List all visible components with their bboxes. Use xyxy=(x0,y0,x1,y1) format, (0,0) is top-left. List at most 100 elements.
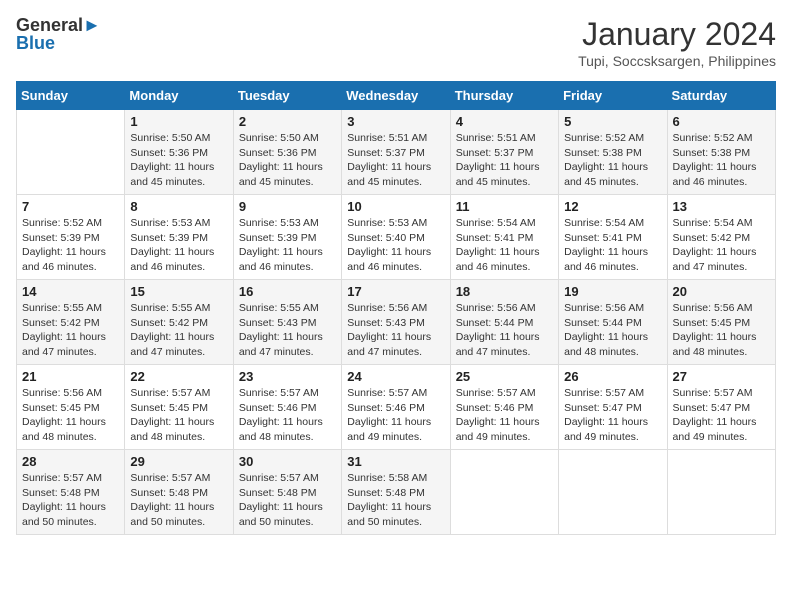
day-info: Sunrise: 5:53 AMSunset: 5:39 PMDaylight:… xyxy=(130,216,227,275)
day-info: Sunrise: 5:57 AMSunset: 5:48 PMDaylight:… xyxy=(22,471,119,530)
calendar-cell: 16 Sunrise: 5:55 AMSunset: 5:43 PMDayligh… xyxy=(233,280,341,365)
day-number: 30 xyxy=(239,454,336,469)
day-number: 14 xyxy=(22,284,119,299)
day-info: Sunrise: 5:57 AMSunset: 5:46 PMDaylight:… xyxy=(239,386,336,445)
day-number: 16 xyxy=(239,284,336,299)
day-number: 22 xyxy=(130,369,227,384)
day-info: Sunrise: 5:56 AMSunset: 5:45 PMDaylight:… xyxy=(673,301,770,360)
calendar-cell: 8 Sunrise: 5:53 AMSunset: 5:39 PMDaylight… xyxy=(125,195,233,280)
calendar-cell: 3Sunrise: 5:51 AMSunset: 5:37 PMDaylight… xyxy=(342,110,450,195)
day-info: Sunrise: 5:58 AMSunset: 5:48 PMDaylight:… xyxy=(347,471,444,530)
header-sunday: Sunday xyxy=(17,82,125,110)
calendar-cell: 4 Sunrise: 5:51 AMSunset: 5:37 PMDaylight… xyxy=(450,110,558,195)
calendar-cell: 31 Sunrise: 5:58 AMSunset: 5:48 PMDayligh… xyxy=(342,450,450,535)
day-info: Sunrise: 5:56 AMSunset: 5:44 PMDaylight:… xyxy=(456,301,553,360)
week-row-5: 28 Sunrise: 5:57 AMSunset: 5:48 PMDayligh… xyxy=(17,450,776,535)
day-info: Sunrise: 5:57 AMSunset: 5:46 PMDaylight:… xyxy=(347,386,444,445)
calendar-cell: 12Sunrise: 5:54 AMSunset: 5:41 PMDayligh… xyxy=(559,195,667,280)
day-number: 9 xyxy=(239,199,336,214)
day-info: Sunrise: 5:54 AMSunset: 5:41 PMDaylight:… xyxy=(456,216,553,275)
day-number: 24 xyxy=(347,369,444,384)
calendar-cell: 14 Sunrise: 5:55 AMSunset: 5:42 PMDayligh… xyxy=(17,280,125,365)
day-info: Sunrise: 5:52 AMSunset: 5:38 PMDaylight:… xyxy=(564,131,661,190)
calendar-cell xyxy=(559,450,667,535)
day-info: Sunrise: 5:53 AMSunset: 5:39 PMDaylight:… xyxy=(239,216,336,275)
month-title: January 2024 xyxy=(578,16,776,53)
day-number: 6 xyxy=(673,114,770,129)
day-info: Sunrise: 5:52 AMSunset: 5:38 PMDaylight:… xyxy=(673,131,770,190)
calendar-cell: 5 Sunrise: 5:52 AMSunset: 5:38 PMDaylight… xyxy=(559,110,667,195)
day-info: Sunrise: 5:56 AMSunset: 5:43 PMDaylight:… xyxy=(347,301,444,360)
day-info: Sunrise: 5:54 AMSunset: 5:41 PMDaylight:… xyxy=(564,216,661,275)
calendar-cell: 1 Sunrise: 5:50 AMSunset: 5:36 PMDaylight… xyxy=(125,110,233,195)
day-number: 7 xyxy=(22,199,119,214)
calendar-cell: 15Sunrise: 5:55 AMSunset: 5:42 PMDayligh… xyxy=(125,280,233,365)
day-info: Sunrise: 5:57 AMSunset: 5:45 PMDaylight:… xyxy=(130,386,227,445)
header-tuesday: Tuesday xyxy=(233,82,341,110)
day-number: 3 xyxy=(347,114,444,129)
day-info: Sunrise: 5:57 AMSunset: 5:48 PMDaylight:… xyxy=(239,471,336,530)
calendar-cell xyxy=(17,110,125,195)
calendar-cell xyxy=(667,450,775,535)
calendar-cell: 17 Sunrise: 5:56 AMSunset: 5:43 PMDayligh… xyxy=(342,280,450,365)
day-number: 31 xyxy=(347,454,444,469)
calendar-cell: 11 Sunrise: 5:54 AMSunset: 5:41 PMDayligh… xyxy=(450,195,558,280)
calendar-cell: 13 Sunrise: 5:54 AMSunset: 5:42 PMDayligh… xyxy=(667,195,775,280)
calendar-cell xyxy=(450,450,558,535)
day-number: 8 xyxy=(130,199,227,214)
day-number: 2 xyxy=(239,114,336,129)
calendar-cell: 6 Sunrise: 5:52 AMSunset: 5:38 PMDaylight… xyxy=(667,110,775,195)
calendar-cell: 21Sunrise: 5:56 AMSunset: 5:45 PMDayligh… xyxy=(17,365,125,450)
calendar-cell: 29Sunrise: 5:57 AMSunset: 5:48 PMDayligh… xyxy=(125,450,233,535)
day-info: Sunrise: 5:50 AMSunset: 5:36 PMDaylight:… xyxy=(130,131,227,190)
calendar-cell: 28 Sunrise: 5:57 AMSunset: 5:48 PMDayligh… xyxy=(17,450,125,535)
day-number: 23 xyxy=(239,369,336,384)
day-info: Sunrise: 5:57 AMSunset: 5:48 PMDaylight:… xyxy=(130,471,227,530)
location: Tupi, Soccsksargen, Philippines xyxy=(578,53,776,69)
header-saturday: Saturday xyxy=(667,82,775,110)
day-number: 17 xyxy=(347,284,444,299)
calendar-cell: 9 Sunrise: 5:53 AMSunset: 5:39 PMDaylight… xyxy=(233,195,341,280)
logo: General► Blue xyxy=(16,16,101,52)
day-number: 5 xyxy=(564,114,661,129)
calendar-table: Sunday Monday Tuesday Wednesday Thursday… xyxy=(16,81,776,535)
day-info: Sunrise: 5:54 AMSunset: 5:42 PMDaylight:… xyxy=(673,216,770,275)
day-number: 28 xyxy=(22,454,119,469)
day-info: Sunrise: 5:56 AMSunset: 5:44 PMDaylight:… xyxy=(564,301,661,360)
calendar-cell: 27 Sunrise: 5:57 AMSunset: 5:47 PMDayligh… xyxy=(667,365,775,450)
week-row-3: 14 Sunrise: 5:55 AMSunset: 5:42 PMDayligh… xyxy=(17,280,776,365)
day-info: Sunrise: 5:55 AMSunset: 5:43 PMDaylight:… xyxy=(239,301,336,360)
week-row-1: 1 Sunrise: 5:50 AMSunset: 5:36 PMDaylight… xyxy=(17,110,776,195)
day-number: 4 xyxy=(456,114,553,129)
calendar-cell: 30 Sunrise: 5:57 AMSunset: 5:48 PMDayligh… xyxy=(233,450,341,535)
calendar-body: 1 Sunrise: 5:50 AMSunset: 5:36 PMDaylight… xyxy=(17,110,776,535)
header-friday: Friday xyxy=(559,82,667,110)
calendar-cell: 25Sunrise: 5:57 AMSunset: 5:46 PMDayligh… xyxy=(450,365,558,450)
day-number: 20 xyxy=(673,284,770,299)
day-number: 13 xyxy=(673,199,770,214)
day-info: Sunrise: 5:50 AMSunset: 5:36 PMDaylight:… xyxy=(239,131,336,190)
day-number: 18 xyxy=(456,284,553,299)
day-info: Sunrise: 5:57 AMSunset: 5:46 PMDaylight:… xyxy=(456,386,553,445)
day-number: 1 xyxy=(130,114,227,129)
day-number: 27 xyxy=(673,369,770,384)
day-info: Sunrise: 5:51 AMSunset: 5:37 PMDaylight:… xyxy=(456,131,553,190)
calendar-cell: 19 Sunrise: 5:56 AMSunset: 5:44 PMDayligh… xyxy=(559,280,667,365)
calendar-cell: 20 Sunrise: 5:56 AMSunset: 5:45 PMDayligh… xyxy=(667,280,775,365)
header-wednesday: Wednesday xyxy=(342,82,450,110)
day-info: Sunrise: 5:55 AMSunset: 5:42 PMDaylight:… xyxy=(22,301,119,360)
day-number: 19 xyxy=(564,284,661,299)
week-row-4: 21Sunrise: 5:56 AMSunset: 5:45 PMDayligh… xyxy=(17,365,776,450)
calendar-cell: 26Sunrise: 5:57 AMSunset: 5:47 PMDayligh… xyxy=(559,365,667,450)
day-info: Sunrise: 5:53 AMSunset: 5:40 PMDaylight:… xyxy=(347,216,444,275)
calendar-cell: 23 Sunrise: 5:57 AMSunset: 5:46 PMDayligh… xyxy=(233,365,341,450)
calendar-cell: 22 Sunrise: 5:57 AMSunset: 5:45 PMDayligh… xyxy=(125,365,233,450)
header-monday: Monday xyxy=(125,82,233,110)
calendar-cell: 2 Sunrise: 5:50 AMSunset: 5:36 PMDaylight… xyxy=(233,110,341,195)
header-thursday: Thursday xyxy=(450,82,558,110)
day-number: 26 xyxy=(564,369,661,384)
title-block: January 2024 Tupi, Soccsksargen, Philipp… xyxy=(578,16,776,69)
calendar-header: Sunday Monday Tuesday Wednesday Thursday… xyxy=(17,82,776,110)
day-number: 11 xyxy=(456,199,553,214)
day-info: Sunrise: 5:57 AMSunset: 5:47 PMDaylight:… xyxy=(673,386,770,445)
